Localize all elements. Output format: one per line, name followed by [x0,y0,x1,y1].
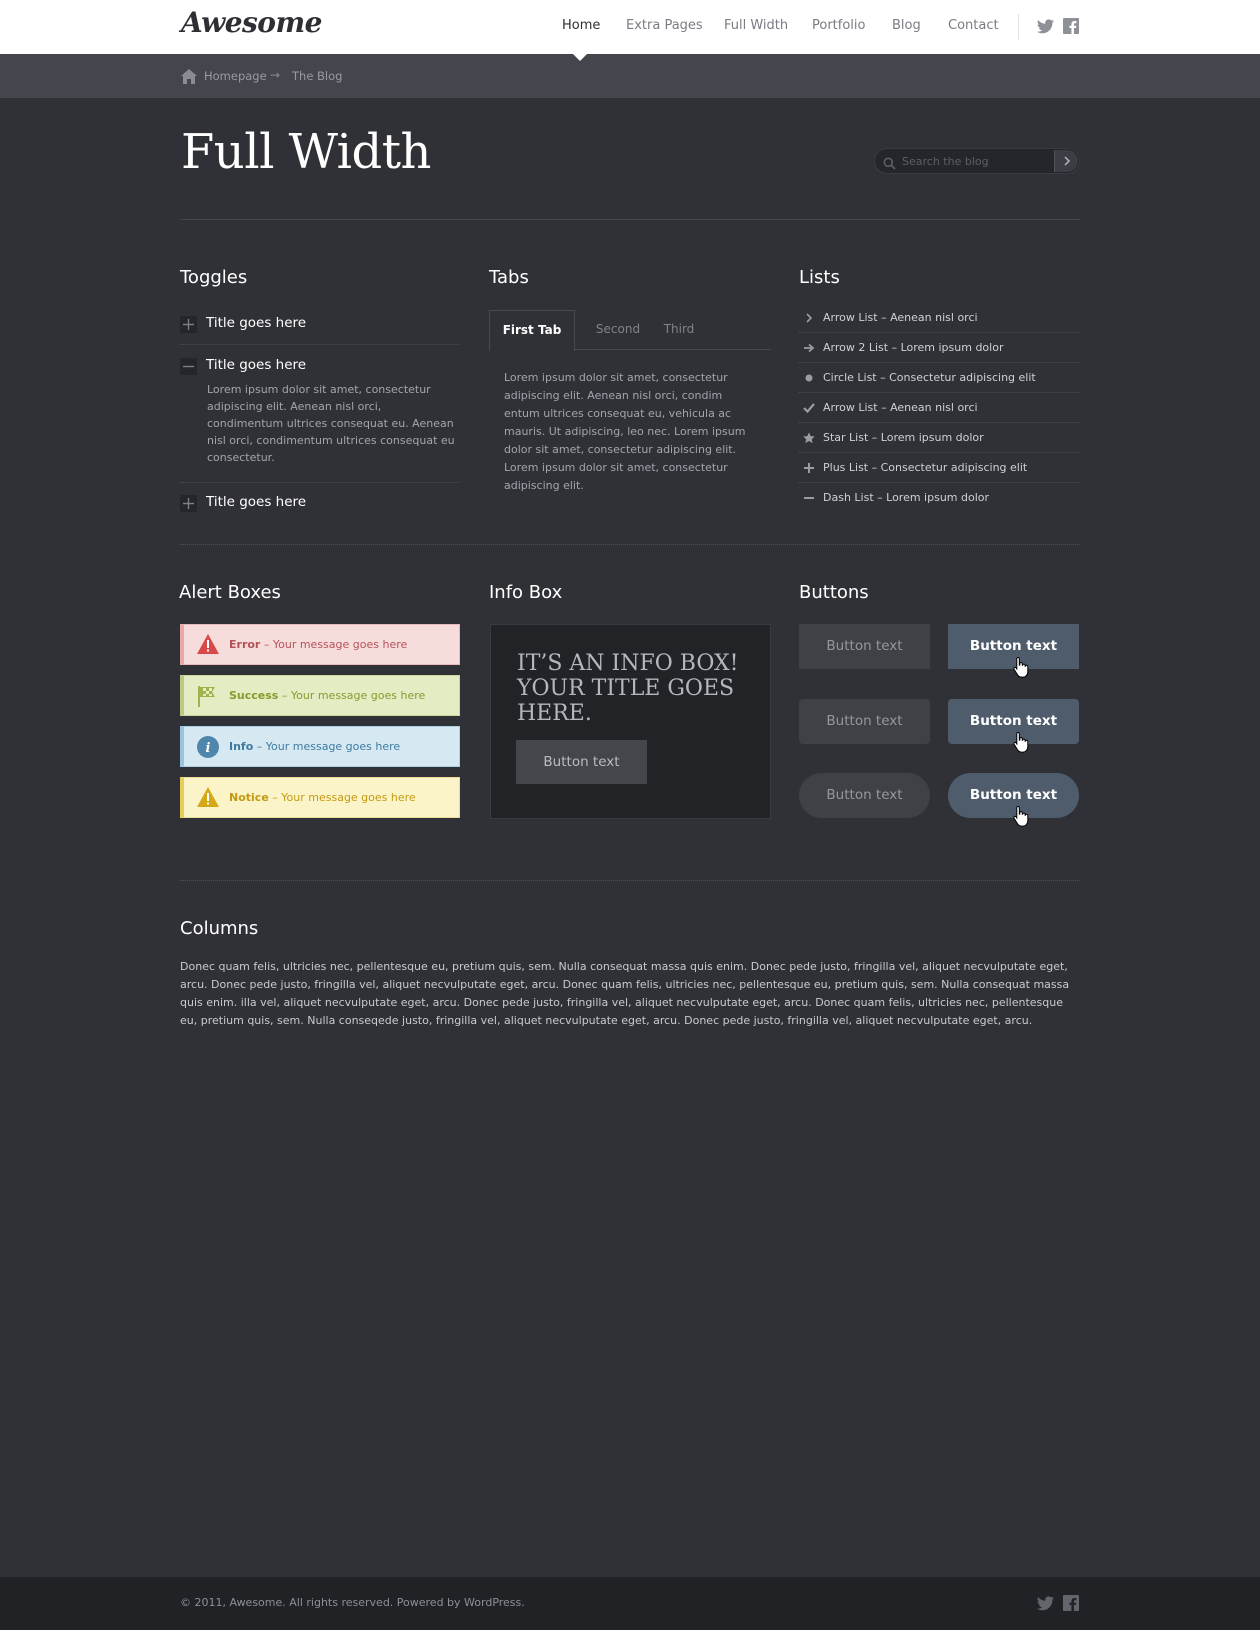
toggle-title: Title goes here [206,494,307,510]
toggle-divider [180,482,460,483]
toggle-title: Title goes here [206,357,307,373]
list-item: Arrow 2 List – Lorem ipsum dolor [799,333,1080,363]
hand-cursor-icon [1013,731,1029,757]
nav-divider [1018,14,1019,40]
alert-notice-text: Notice – Your message goes here [229,791,416,804]
list-item: Dash List – Lorem ipsum dolor [799,483,1080,513]
breadcrumb-the-blog[interactable]: The Blog [292,69,342,83]
lists-heading: Lists [799,267,840,288]
site-footer: © 2011, Awesome. All rights reserved. Po… [0,1577,1260,1630]
alert-error-text: Error – Your message goes here [229,638,408,651]
toggle-title: Title goes here [206,315,307,331]
buttons-heading: Buttons [799,582,869,603]
plus-icon [180,495,197,512]
list-item: Plus List – Consectetur adipiscing elit [799,453,1080,483]
list-item: Star List – Lorem ipsum dolor [799,423,1080,453]
toggle-item[interactable]: Title goes here [180,494,460,513]
twitter-icon[interactable] [1037,19,1055,38]
alert-boxes-heading: Alert Boxes [179,582,281,603]
section-divider [180,544,1080,545]
toggle-item-open[interactable]: Title goes here [180,357,460,376]
search-icon [883,155,896,174]
plus-icon [803,462,815,474]
breadcrumb-homepage[interactable]: Homepage [204,69,267,83]
list-item: Arrow List – Aenean nisl orci [799,303,1080,333]
flag-icon [197,685,219,707]
facebook-icon[interactable] [1063,1595,1079,1615]
site-header: Awesome Home Extra Pages Full Width Port… [0,0,1260,54]
alert-error: Error – Your message goes here [180,624,460,665]
chevron-right-icon [1063,156,1070,166]
info-box-title: It’s an info box! Your title goes here. [517,651,739,726]
circle-icon [803,372,815,384]
toggle-divider [180,344,460,345]
nav-item-extra-pages[interactable]: Extra Pages [626,18,703,33]
button-dark-pill[interactable]: Button text [799,773,930,818]
title-divider [180,219,1080,220]
info-box-button[interactable]: Button text [516,740,647,784]
info-icon: i [197,736,219,758]
list-item-text: Arrow List – Aenean nisl orci [823,401,978,414]
nav-active-pointer [573,54,587,61]
minus-icon [180,358,197,375]
alert-info-text: Info – Your message goes here [229,740,401,753]
alert-success: Success – Your message goes here [180,675,460,716]
list-item-text: Dash List – Lorem ipsum dolor [823,491,990,504]
chevron-right-icon [803,312,815,324]
columns-heading: Columns [180,918,259,939]
list-item-text: Star List – Lorem ipsum dolor [823,431,984,444]
arrow-right-icon [803,342,815,354]
nav-item-contact[interactable]: Contact [948,18,999,33]
nav-item-home[interactable]: Home [562,18,600,33]
svg-text:i: i [206,741,211,756]
toggle-content: Lorem ipsum dolor sit amet, consectetur … [207,383,455,464]
search-submit-button[interactable] [1054,150,1078,172]
twitter-icon[interactable] [1037,1596,1055,1615]
tab-content: Lorem ipsum dolor sit amet, consectetur … [504,371,746,492]
facebook-icon[interactable] [1063,18,1079,38]
list-item-text: Plus List – Consectetur adipiscing elit [823,461,1028,474]
button-dark-square[interactable]: Button text [799,624,930,669]
alert-info: i Info – Your message goes here [180,726,460,767]
tabs-heading: Tabs [489,267,529,288]
list-item-text: Circle List – Consectetur adipiscing eli… [823,371,1036,384]
copyright-text: © 2011, Awesome. All rights reserved. Po… [180,1596,525,1609]
check-icon [803,402,815,414]
alert-notice: Notice – Your message goes here [180,777,460,818]
list-item-text: Arrow 2 List – Lorem ipsum dolor [823,341,1004,354]
tab-second[interactable]: Second [585,310,651,350]
home-icon[interactable] [181,69,197,88]
columns-text: Donec quam felis, ultricies nec, pellent… [180,960,1070,1027]
hand-cursor-icon [1013,805,1029,831]
warning-icon [197,787,219,809]
button-dark-rounded[interactable]: Button text [799,699,930,744]
dash-icon [803,492,815,504]
plus-icon [180,316,197,333]
nav-item-full-width[interactable]: Full Width [724,18,788,33]
list-item: Arrow List – Aenean nisl orci [799,393,1080,423]
nav-item-portfolio[interactable]: Portfolio [812,18,865,33]
section-divider [180,880,1080,881]
star-icon [803,432,815,444]
toggles-heading: Toggles [180,267,248,288]
breadcrumb-separator: → [270,68,281,82]
info-box: It’s an info box! Your title goes here. … [490,624,771,819]
nav-item-blog[interactable]: Blog [892,18,921,33]
tab-third[interactable]: Third [651,310,707,350]
page-title: Full Width [181,124,431,180]
alert-success-text: Success – Your message goes here [229,689,426,702]
list-item-text: Arrow List – Aenean nisl orci [823,311,978,324]
search-box [874,148,1080,174]
info-box-heading: Info Box [489,582,563,603]
error-icon [197,634,219,656]
tab-first[interactable]: First Tab [489,310,575,351]
toggle-item[interactable]: Title goes here [180,315,460,334]
search-input[interactable] [902,153,1042,170]
list-item: Circle List – Consectetur adipiscing eli… [799,363,1080,393]
hand-cursor-icon [1013,656,1029,682]
